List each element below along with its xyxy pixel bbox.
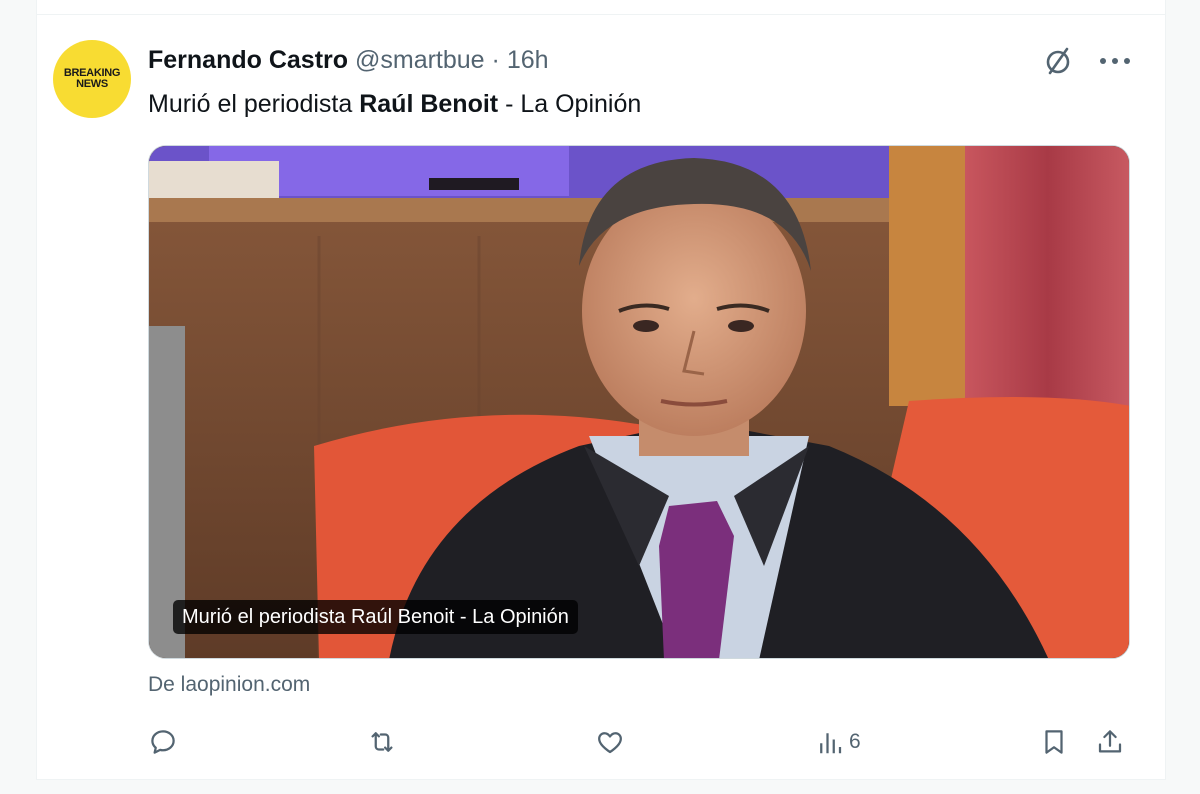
like-button[interactable] [595, 722, 625, 762]
tweet-text: Murió el periodista Raúl Benoit - La Opi… [148, 87, 641, 121]
author-handle[interactable]: @smartbue [355, 46, 485, 74]
speech-bubble-icon [151, 730, 175, 754]
views-count: 6 [849, 730, 861, 753]
card-source-link[interactable]: De laopinion.com [148, 671, 310, 699]
bar-chart-icon [820, 733, 842, 754]
card-caption: Murió el periodista Raúl Benoit - La Opi… [173, 600, 578, 634]
reply-button[interactable] [148, 722, 178, 762]
link-card-image[interactable]: Murió el periodista Raúl Benoit - La Opi… [148, 145, 1130, 659]
tweet-text-end: - La Opinión [498, 90, 642, 118]
share-upload-icon [1098, 730, 1122, 753]
retweet-button[interactable] [367, 722, 397, 762]
grok-icon[interactable] [1042, 45, 1074, 77]
avatar-text-line2: NEWS [76, 78, 108, 90]
tweet-card[interactable]: BREAKING NEWS Fernando Castro @smartbue … [36, 0, 1166, 780]
separator: · [491, 46, 500, 74]
heart-icon [598, 732, 622, 754]
news-photo [149, 146, 1129, 658]
avatar[interactable]: BREAKING NEWS [53, 40, 131, 118]
tweet-text-bold: Raúl Benoit [359, 90, 499, 118]
author-name[interactable]: Fernando Castro [148, 46, 348, 74]
share-button[interactable] [1095, 722, 1125, 762]
retweet-icon [371, 732, 393, 752]
views-button[interactable]: 6 [815, 722, 861, 762]
more-options-icon[interactable] [1095, 45, 1135, 77]
bookmark-icon [1045, 730, 1063, 754]
tweet-header: Fernando Castro @smartbue · 16h [148, 44, 549, 76]
bookmark-button[interactable] [1039, 722, 1069, 762]
bottom-divider [37, 779, 1165, 780]
tweet-text-start: Murió el periodista [148, 90, 360, 118]
top-divider [37, 14, 1165, 15]
tweet-time[interactable]: 16h [507, 46, 549, 74]
